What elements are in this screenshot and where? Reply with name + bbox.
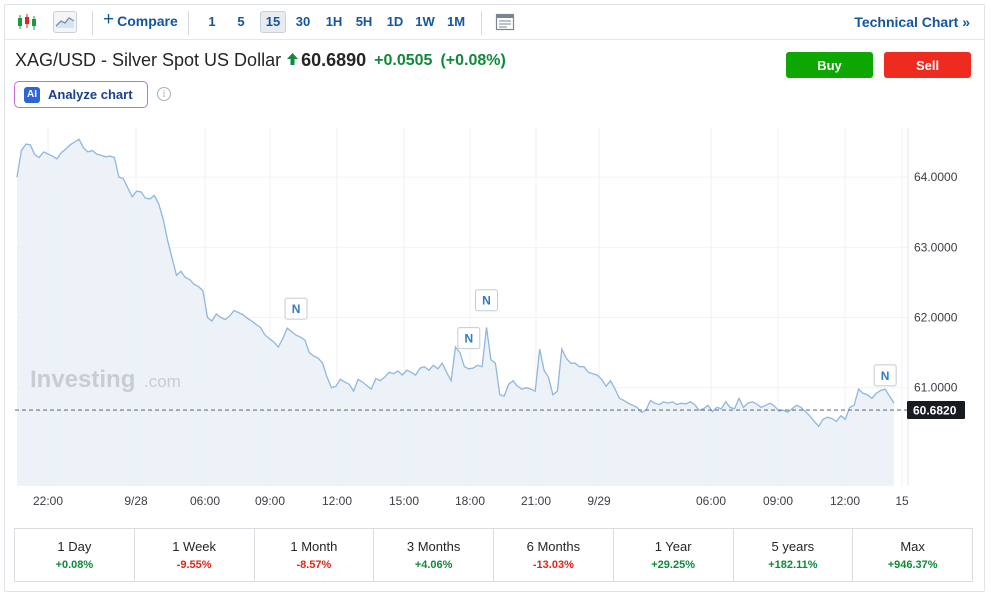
price-up-arrow-icon: [287, 52, 299, 70]
analyze-chart-label: Analyze chart: [48, 87, 133, 102]
performance-1-month[interactable]: 1 Month -8.57%: [255, 529, 375, 581]
x-tick-label: 9/29: [587, 494, 611, 508]
news-marker-label: N: [482, 294, 491, 308]
timeframe-1w[interactable]: 1W: [414, 11, 436, 33]
performance-change-value: +4.06%: [414, 559, 453, 571]
performance-change-value: +0.08%: [55, 559, 94, 571]
news-marker-label: N: [292, 302, 301, 316]
candlestick-chart-icon[interactable]: [15, 11, 39, 33]
x-axis: 22:00 9/28 06:00 09:00 12:00 15:00 18:00 21:00 9…: [33, 494, 909, 508]
performance-period-label: 5 years: [771, 539, 815, 554]
performance-change-value: +946.37%: [887, 559, 938, 571]
compare-label: Compare: [117, 13, 178, 29]
buy-button[interactable]: Buy: [786, 52, 873, 78]
timeframe-30[interactable]: 30: [292, 11, 314, 33]
timeframe-1h[interactable]: 1H: [324, 11, 344, 33]
x-tick-label: 12:00: [322, 494, 352, 508]
x-tick-label: 12:00: [830, 494, 860, 508]
news-marker[interactable]: N: [457, 327, 481, 350]
current-price-label: 60.6820: [913, 404, 957, 418]
performance-period-label: 1 Week: [172, 539, 217, 554]
news-marker-label: N: [881, 369, 890, 383]
timeframe-1d[interactable]: 1D: [385, 11, 405, 33]
instrument-header: XAG/USD - Silver Spot US Dollar 60.6890 …: [15, 50, 506, 71]
compare-button[interactable]: + Compare: [103, 9, 178, 30]
timeframe-1m[interactable]: 1M: [445, 11, 467, 33]
news-table-icon[interactable]: [493, 11, 517, 33]
performance-period-label: 6 Months: [526, 539, 581, 554]
timeframe-5h[interactable]: 5H: [353, 11, 375, 33]
toolbar-divider: [92, 11, 93, 35]
news-marker[interactable]: N: [873, 364, 897, 387]
x-tick-label: 21:00: [521, 494, 551, 508]
performance-6-months[interactable]: 6 Months -13.03%: [494, 529, 614, 581]
x-tick-label: 15:00: [389, 494, 419, 508]
sell-button[interactable]: Sell: [884, 52, 971, 78]
x-tick-label: 9/28: [124, 494, 148, 508]
x-tick-label: 09:00: [255, 494, 285, 508]
performance-1-week[interactable]: 1 Week -9.55%: [135, 529, 255, 581]
price-chart[interactable]: Investing .com N N N N 64.0000 63.0000 62.000…: [0, 120, 991, 515]
watermark-suffix: .com: [144, 372, 181, 391]
x-tick-label: 09:00: [763, 494, 793, 508]
performance-period-label: 1 Day: [57, 539, 92, 554]
performance-max[interactable]: Max +946.37%: [853, 529, 972, 581]
ai-icon: AI: [24, 86, 40, 103]
performance-period-label: 1 Year: [654, 539, 692, 554]
x-tick-label: 22:00: [33, 494, 63, 508]
timeframe-1[interactable]: 1: [205, 11, 219, 33]
performance-period-label: 1 Month: [290, 539, 338, 554]
performance-change-value: +29.25%: [651, 559, 695, 571]
news-marker[interactable]: N: [284, 297, 308, 320]
x-tick-label: 06:00: [696, 494, 726, 508]
performance-bar: 1 Day +0.08% 1 Week -9.55% 1 Month -8.57% 3 Mo…: [14, 528, 973, 582]
analyze-chart-button[interactable]: AI Analyze chart: [14, 81, 148, 108]
price-area: [17, 139, 894, 486]
instrument-name: XAG/USD - Silver Spot US Dollar: [15, 50, 282, 70]
performance-change-value: +182.11%: [768, 559, 818, 571]
current-price-tag: 60.6820: [907, 401, 965, 420]
performance-5-years[interactable]: 5 years +182.11%: [734, 529, 854, 581]
info-icon[interactable]: i: [157, 87, 171, 101]
last-price: 60.6890: [301, 50, 367, 70]
news-marker[interactable]: N: [475, 289, 499, 312]
performance-change-value: -13.03%: [532, 559, 574, 571]
performance-1-day[interactable]: 1 Day +0.08%: [15, 529, 135, 581]
x-tick-label: 15: [895, 494, 909, 508]
y-tick-label: 63.0000: [914, 240, 958, 254]
toolbar-divider: [481, 11, 482, 35]
performance-period-label: Max: [900, 539, 925, 554]
timeframe-5[interactable]: 5: [234, 11, 248, 33]
performance-3-months[interactable]: 3 Months +4.06%: [374, 529, 494, 581]
performance-change-value: -9.55%: [176, 559, 212, 571]
x-tick-label: 18:00: [455, 494, 485, 508]
y-tick-label: 61.0000: [914, 381, 958, 395]
y-tick-label: 64.0000: [914, 170, 958, 184]
news-marker-label: N: [464, 332, 473, 346]
area-chart-icon[interactable]: [53, 11, 77, 33]
news-markers[interactable]: N N N N: [284, 289, 897, 387]
chart-toolbar: + Compare 1 5 15 30 1H 5H 1D 1W 1M Techn…: [5, 5, 984, 40]
performance-1-year[interactable]: 1 Year +29.25%: [614, 529, 734, 581]
price-change: +0.0505: [374, 51, 433, 69]
technical-chart-link[interactable]: Technical Chart »: [854, 14, 970, 30]
timeframe-15[interactable]: 15: [260, 11, 286, 33]
y-tick-label: 62.0000: [914, 311, 958, 325]
watermark-brand: Investing: [30, 366, 135, 393]
price-change-percent: (+0.08%): [440, 51, 506, 69]
toolbar-divider: [188, 11, 189, 35]
performance-period-label: 3 Months: [406, 539, 461, 554]
x-tick-label: 06:00: [190, 494, 220, 508]
y-axis: 64.0000 63.0000 62.0000 61.0000: [914, 170, 958, 395]
performance-change-value: -8.57%: [296, 559, 332, 571]
plus-icon: +: [103, 9, 115, 30]
